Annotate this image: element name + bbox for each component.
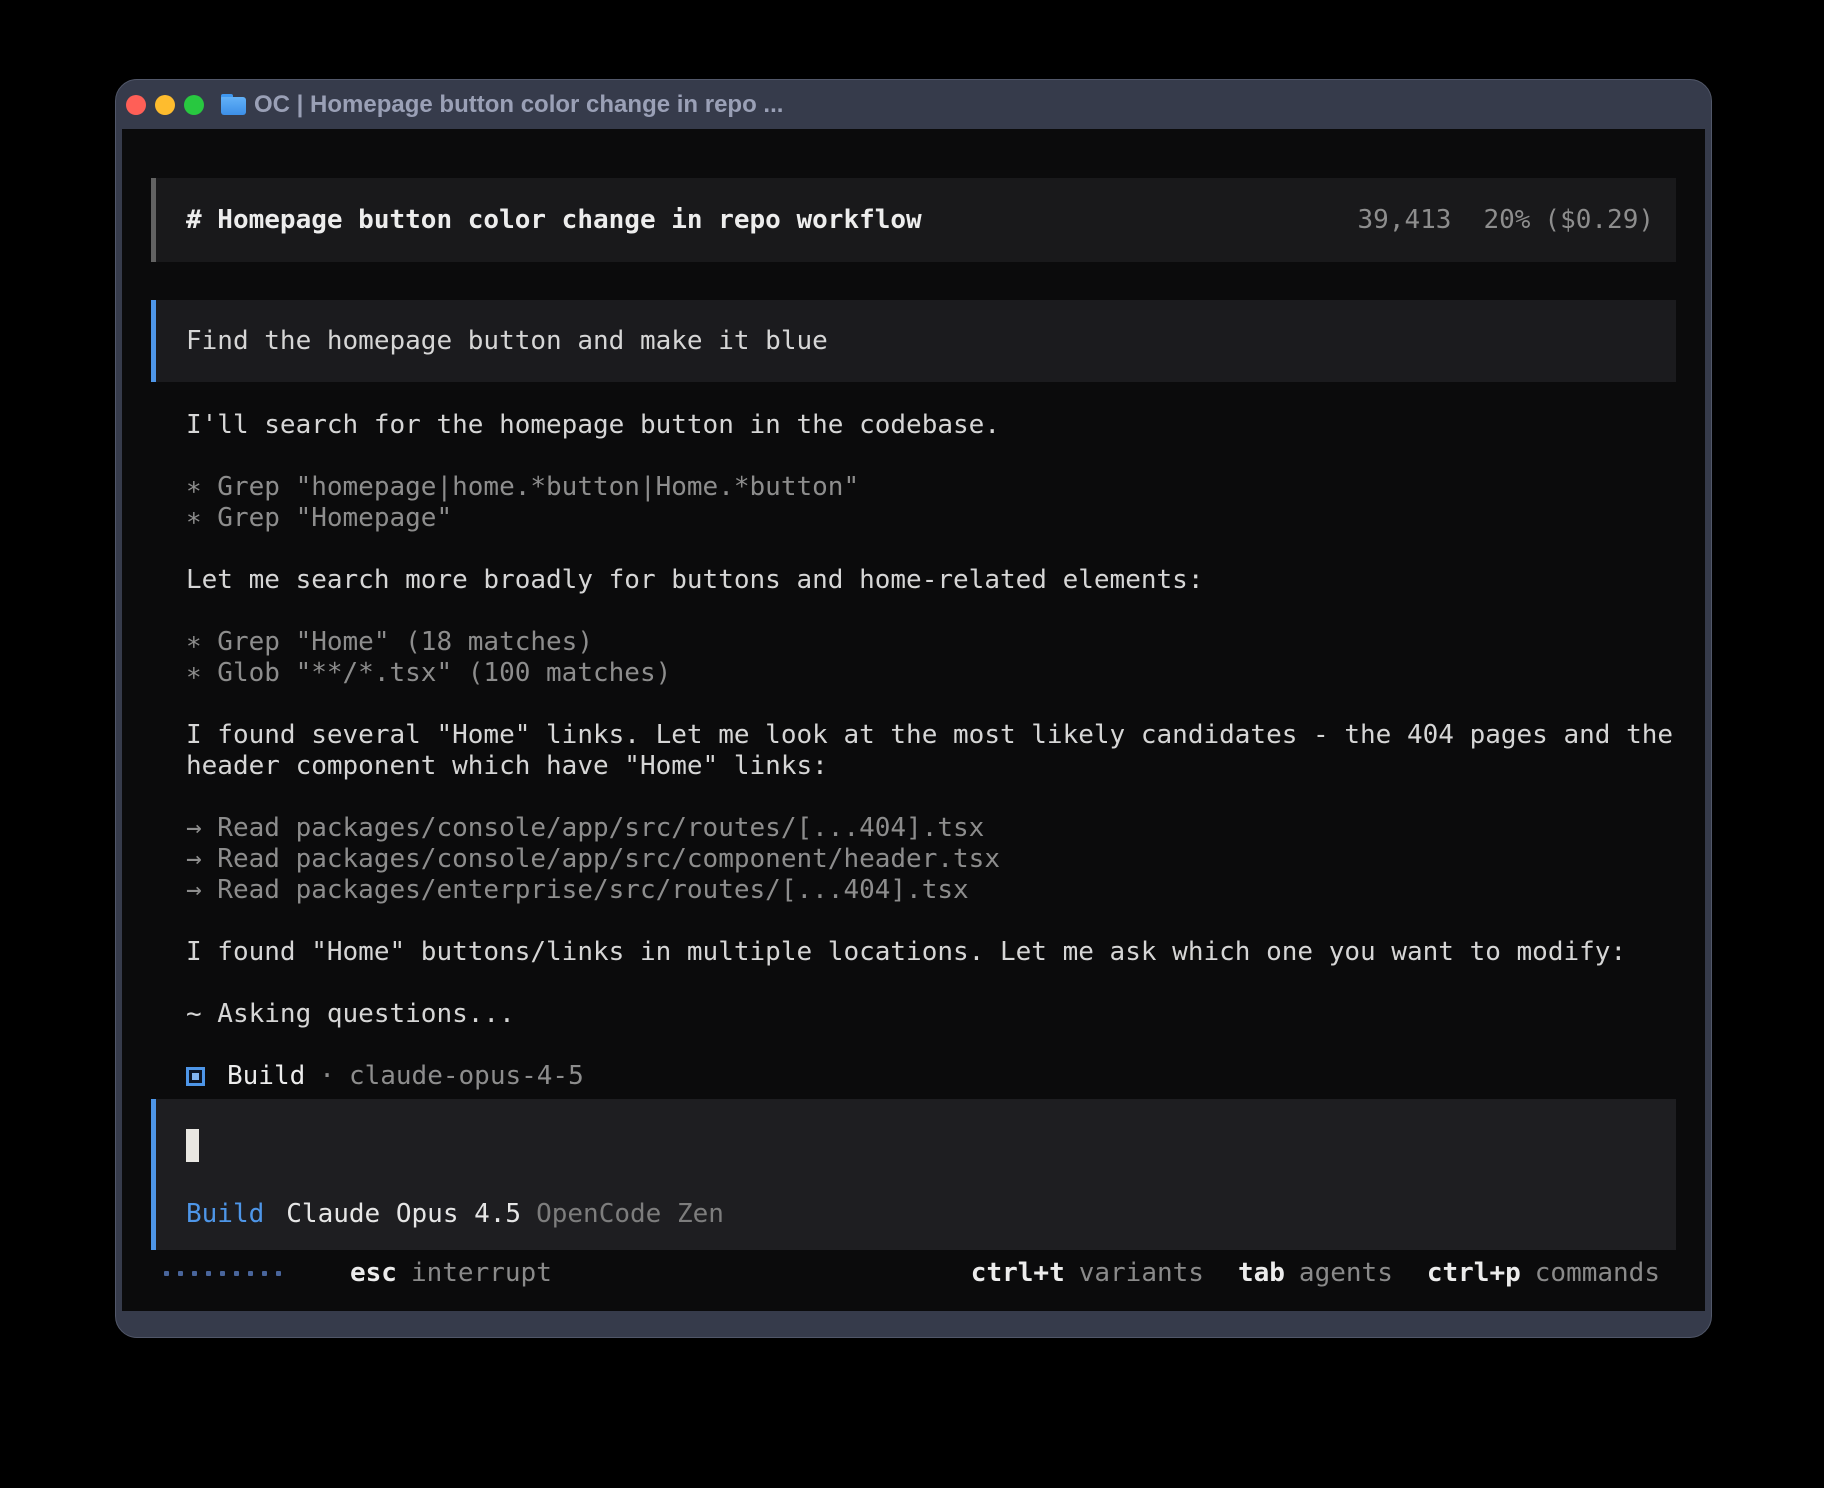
spinner-dots	[164, 1271, 281, 1276]
agent-name: Build	[227, 1061, 305, 1092]
traffic-lights	[122, 95, 204, 115]
commands-label: commands	[1535, 1258, 1660, 1289]
agent-status: Build · claude-opus-4-5	[186, 1061, 1676, 1092]
window-title: OC | Homepage button color change in rep…	[254, 91, 783, 119]
tool-call-read: → Read packages/console/app/src/componen…	[186, 844, 1676, 875]
variants-label: variants	[1079, 1258, 1204, 1289]
tool-call-grep: ∗ Grep "homepage|home.*button|Home.*butt…	[186, 472, 1676, 503]
tool-call-grep: ∗ Grep "Homepage"	[186, 503, 1676, 534]
agent-model: claude-opus-4-5	[349, 1061, 584, 1092]
user-message-text: Find the homepage button and make it blu…	[186, 326, 828, 357]
assistant-message-line: I found several "Home" links. Let me loo…	[186, 720, 1676, 751]
asking-questions-status: ~ Asking questions...	[186, 999, 1676, 1030]
agent-separator: ·	[319, 1061, 335, 1092]
agents-hint: tab agents	[1238, 1258, 1393, 1289]
assistant-message-line: I found "Home" buttons/links in multiple…	[186, 937, 1676, 968]
variants-hint: ctrl+t variants	[971, 1258, 1204, 1289]
token-count: 39,413	[1358, 205, 1452, 236]
terminal-window: OC | Homepage button color change in rep…	[115, 79, 1712, 1338]
assistant-message-line: I'll search for the homepage button in t…	[186, 410, 1676, 441]
esc-hint: esc interrupt	[350, 1258, 552, 1289]
session-title: # Homepage button color change in repo w…	[186, 205, 922, 236]
close-button[interactable]	[126, 95, 146, 115]
transcript: I'll search for the homepage button in t…	[186, 410, 1676, 1030]
assistant-message-line: Let me search more broadly for buttons a…	[186, 565, 1676, 596]
maximize-button[interactable]	[184, 95, 204, 115]
session-stats: 39,413 20% ($0.29)	[1358, 205, 1654, 236]
ctrl-p-key: ctrl+p	[1427, 1258, 1521, 1289]
status-bar: esc interrupt ctrl+t variants tab agents…	[151, 1258, 1676, 1289]
input-model: Claude Opus 4.5	[286, 1199, 521, 1230]
ctrl-t-key: ctrl+t	[971, 1258, 1065, 1289]
prompt-input[interactable]: Build Claude Opus 4.5 OpenCode Zen	[151, 1099, 1676, 1250]
session-header: # Homepage button color change in repo w…	[151, 178, 1676, 262]
window-titlebar[interactable]: OC | Homepage button color change in rep…	[116, 80, 1711, 129]
esc-key: esc	[350, 1258, 397, 1289]
agents-label: agents	[1299, 1258, 1393, 1289]
tool-call-glob: ∗ Glob "**/*.tsx" (100 matches)	[186, 658, 1676, 689]
folder-icon	[221, 94, 246, 115]
session-cost: ($0.29)	[1544, 205, 1654, 236]
assistant-message-line: header component which have "Home" links…	[186, 751, 1676, 782]
input-provider: OpenCode Zen	[536, 1199, 724, 1230]
input-agent-mode[interactable]: Build	[186, 1199, 264, 1230]
tool-call-grep: ∗ Grep "Home" (18 matches)	[186, 627, 1676, 658]
user-message: Find the homepage button and make it blu…	[151, 300, 1676, 382]
text-cursor	[186, 1129, 199, 1162]
context-percent: 20%	[1483, 205, 1530, 236]
esc-label: interrupt	[411, 1258, 552, 1289]
terminal-content: # Homepage button color change in repo w…	[122, 129, 1705, 1311]
tab-key: tab	[1238, 1258, 1285, 1289]
agent-build-icon	[186, 1067, 205, 1086]
tool-call-read: → Read packages/console/app/src/routes/[…	[186, 813, 1676, 844]
tool-call-read: → Read packages/enterprise/src/routes/[.…	[186, 875, 1676, 906]
input-meta: Build Claude Opus 4.5 OpenCode Zen	[186, 1199, 1676, 1230]
commands-hint: ctrl+p commands	[1427, 1258, 1660, 1289]
minimize-button[interactable]	[155, 95, 175, 115]
